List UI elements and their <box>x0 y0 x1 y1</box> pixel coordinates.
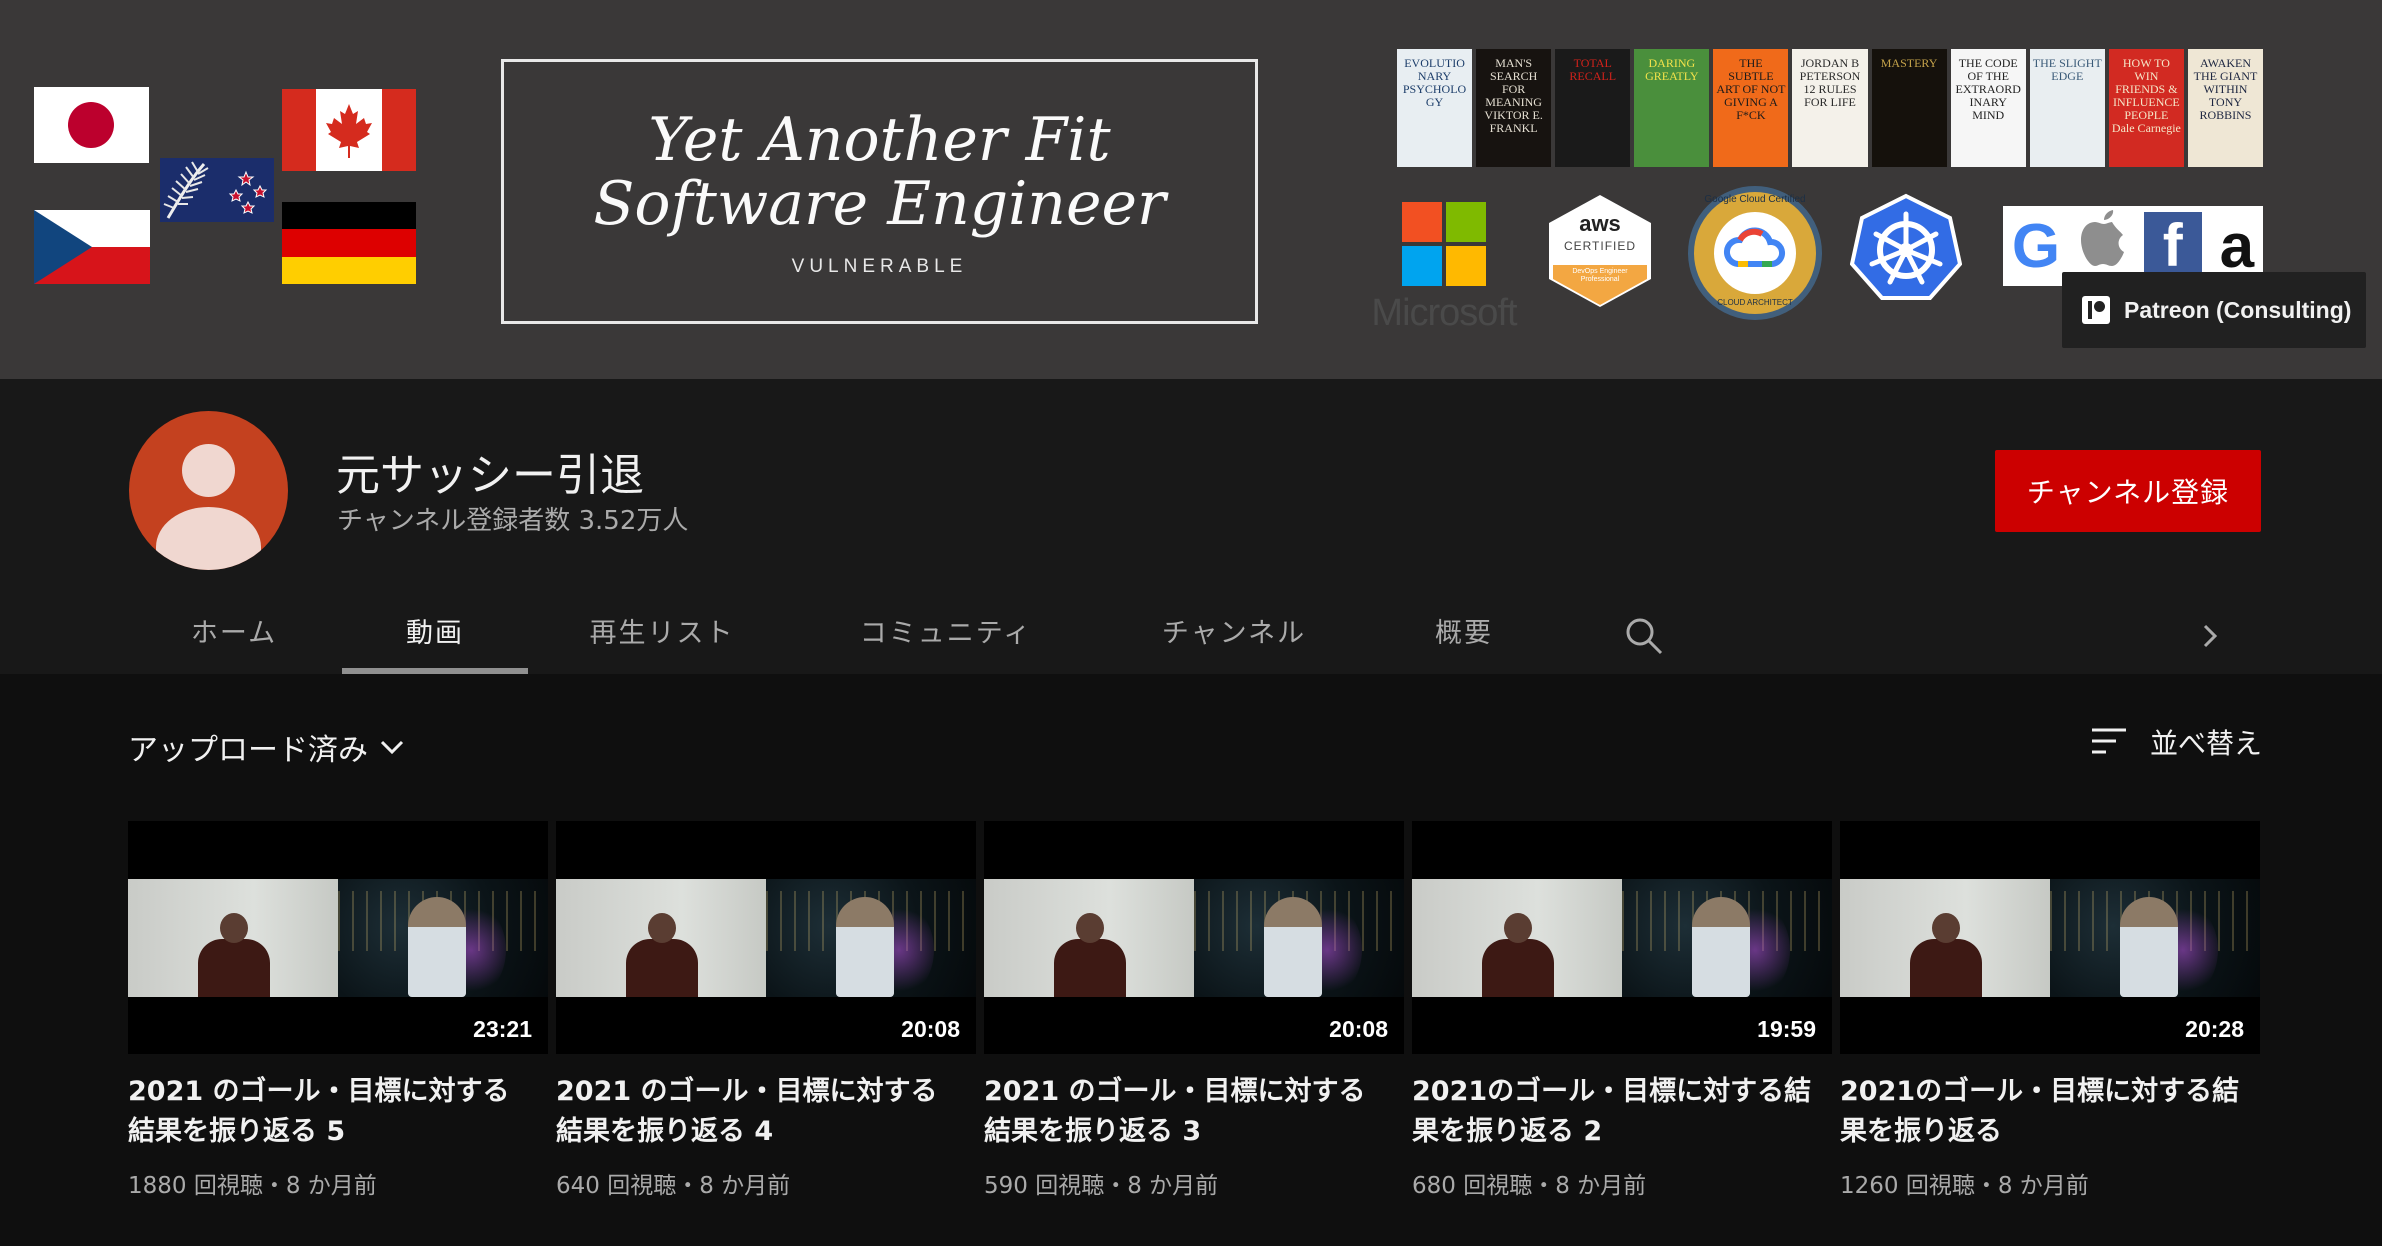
video-meta: 680 回視聴・8 か月前 <box>1412 1173 1647 1199</box>
subscriber-count: チャンネル登録者数 3.52万人 <box>337 506 689 536</box>
video-title[interactable]: 2021 のゴール・目標に対する結果を振り返る 3 <box>984 1072 1384 1152</box>
google-cloud-certified-badge-icon: Google Cloud Certified CLOUD ARCHITECT <box>1688 186 1822 320</box>
channel-name: 元サッシー引退 <box>336 450 644 501</box>
book-cover: MASTERY <box>1871 49 1947 167</box>
video-duration: 23:21 <box>465 1013 540 1046</box>
chevron-down-icon <box>380 740 404 755</box>
banner-subtitle: VULNERABLE <box>791 256 968 277</box>
japan-flag-icon <box>34 87 149 163</box>
gcp-sub-label: CLOUD ARCHITECT <box>1717 298 1793 307</box>
channel-header: 元サッシー引退 チャンネル登録者数 3.52万人 チャンネル登録 ホーム 動画 … <box>0 379 2382 674</box>
tab-playlists[interactable]: 再生リスト <box>570 594 754 674</box>
germany-flag-icon <box>282 202 416 284</box>
video-card[interactable]: 20:08 2021 のゴール・目標に対する結果を振り返る 4 640 回視聴・8 … <box>556 821 976 1200</box>
book-cover: EVOLUTIONARY PSYCHOLOGY <box>1397 49 1473 167</box>
gcp-label: Google Cloud Certified <box>1704 194 1806 205</box>
video-thumbnail[interactable]: 20:28 <box>1840 821 2260 1054</box>
video-title[interactable]: 2021のゴール・目標に対する結果を振り返る 2 <box>1412 1072 1812 1152</box>
canada-flag-icon <box>282 89 416 171</box>
video-duration: 20:28 <box>2177 1013 2252 1046</box>
patreon-consulting-link[interactable]: Patreon (Consulting) <box>2062 272 2366 348</box>
book-cover: THE CODE OF THE EXTRAORDINARY MIND <box>1950 49 2026 167</box>
video-thumbnail[interactable]: 20:08 <box>556 821 976 1054</box>
banner-title: Yet Another Fit Software Engineer <box>504 108 1255 236</box>
tab-community[interactable]: コミュニティ <box>848 594 1044 674</box>
upload-filter-dropdown[interactable]: アップロード済み <box>128 725 406 769</box>
video-thumbnail[interactable]: 23:21 <box>128 821 548 1054</box>
channel-tabs: ホーム 動画 再生リスト コミュニティ チャンネル 概要 <box>0 594 2382 674</box>
banner-title-line1: Yet Another Fit <box>648 105 1111 175</box>
book-covers: EVOLUTIONARY PSYCHOLOGY MAN'S SEARCH FOR … <box>1397 49 2264 167</box>
video-duration: 19:59 <box>1749 1013 1824 1046</box>
new-zealand-flag-icon <box>160 158 274 222</box>
banner-title-box: Yet Another Fit Software Engineer VULNER… <box>501 59 1258 324</box>
video-card[interactable]: 20:08 2021 のゴール・目標に対する結果を振り返る 3 590 回視聴・8 … <box>984 821 1404 1200</box>
video-thumbnail[interactable]: 19:59 <box>1412 821 1832 1054</box>
video-card[interactable]: 23:21 2021 のゴール・目標に対する結果を振り返る 5 1880 回視聴・8… <box>128 821 548 1200</box>
microsoft-logo-icon: Microsoft <box>1360 202 1528 342</box>
book-cover: TOTAL RECALL <box>1555 49 1631 167</box>
upload-filter-label: アップロード済み <box>128 733 368 768</box>
book-cover: THE SUBTLE ART OF NOT GIVING A F*CK <box>1713 49 1789 167</box>
sort-button[interactable]: 並べ替え <box>2090 722 2262 762</box>
channel-avatar[interactable] <box>129 411 288 570</box>
aws-label: aws <box>1579 211 1621 236</box>
patreon-icon <box>2082 296 2110 324</box>
kubernetes-icon <box>1849 192 1963 302</box>
sort-icon <box>2092 728 2126 754</box>
book-cover: THE SLIGHT EDGE <box>2029 49 2105 167</box>
facebook-logo-icon: f <box>2143 212 2202 280</box>
video-meta: 640 回視聴・8 か月前 <box>556 1173 791 1199</box>
book-cover: DARING GREATLY <box>1634 49 1710 167</box>
czech-flag-icon <box>34 210 150 284</box>
chevron-right-icon[interactable] <box>2198 616 2224 656</box>
banner-title-line2: Software Engineer <box>593 169 1166 239</box>
aws-certified-badge-icon: aws CERTIFIED DevOps Engineer Profession… <box>1545 193 1655 309</box>
tab-videos[interactable]: 動画 <box>342 594 528 674</box>
video-title[interactable]: 2021 のゴール・目標に対する結果を振り返る 5 <box>128 1072 528 1152</box>
book-cover: MAN'S SEARCH FOR MEANING VIKTOR E. FRANK… <box>1476 49 1552 167</box>
sort-label: 並べ替え <box>2150 727 2263 760</box>
patreon-link-label: Patreon (Consulting) <box>2124 296 2352 323</box>
video-title[interactable]: 2021のゴール・目標に対する結果を振り返る <box>1840 1072 2240 1152</box>
channel-banner: Yet Another Fit Software Engineer VULNER… <box>0 0 2382 379</box>
active-tab-indicator <box>342 668 528 674</box>
search-icon[interactable] <box>1624 616 1664 656</box>
video-thumbnail[interactable]: 20:08 <box>984 821 1404 1054</box>
video-duration: 20:08 <box>1321 1013 1396 1046</box>
aws-sub-label: CERTIFIED <box>1563 239 1637 253</box>
microsoft-label: Microsoft <box>1371 292 1517 334</box>
tab-about[interactable]: 概要 <box>1412 594 1516 674</box>
tab-home[interactable]: ホーム <box>174 594 294 674</box>
subscribe-button[interactable]: チャンネル登録 <box>1995 450 2261 532</box>
amazon-logo-icon: a <box>2219 211 2255 281</box>
video-title[interactable]: 2021 のゴール・目標に対する結果を振り返る 4 <box>556 1072 956 1152</box>
book-cover: JORDAN B PETERSON 12 RULES FOR LIFE <box>1792 49 1868 167</box>
google-logo-icon: G <box>2011 211 2061 281</box>
tab-channels[interactable]: チャンネル <box>1150 594 1318 674</box>
book-cover: HOW TO WIN FRIENDS & INFLUENCE PEOPLE Da… <box>2108 49 2184 167</box>
video-card[interactable]: 19:59 2021のゴール・目標に対する結果を振り返る 2 680 回視聴・8 か… <box>1412 821 1832 1200</box>
book-cover: AWAKEN THE GIANT WITHIN TONY ROBBINS <box>2187 49 2264 167</box>
aws-level-label: DevOps Engineer Professional <box>1572 268 1628 283</box>
video-card[interactable]: 20:28 2021のゴール・目標に対する結果を振り返る 1260 回視聴・8 か月… <box>1840 821 2260 1200</box>
video-meta: 590 回視聴・8 か月前 <box>984 1173 1219 1199</box>
video-duration: 20:08 <box>893 1013 968 1046</box>
video-meta: 1880 回視聴・8 か月前 <box>128 1173 377 1199</box>
video-meta: 1260 回視聴・8 か月前 <box>1840 1173 2089 1199</box>
